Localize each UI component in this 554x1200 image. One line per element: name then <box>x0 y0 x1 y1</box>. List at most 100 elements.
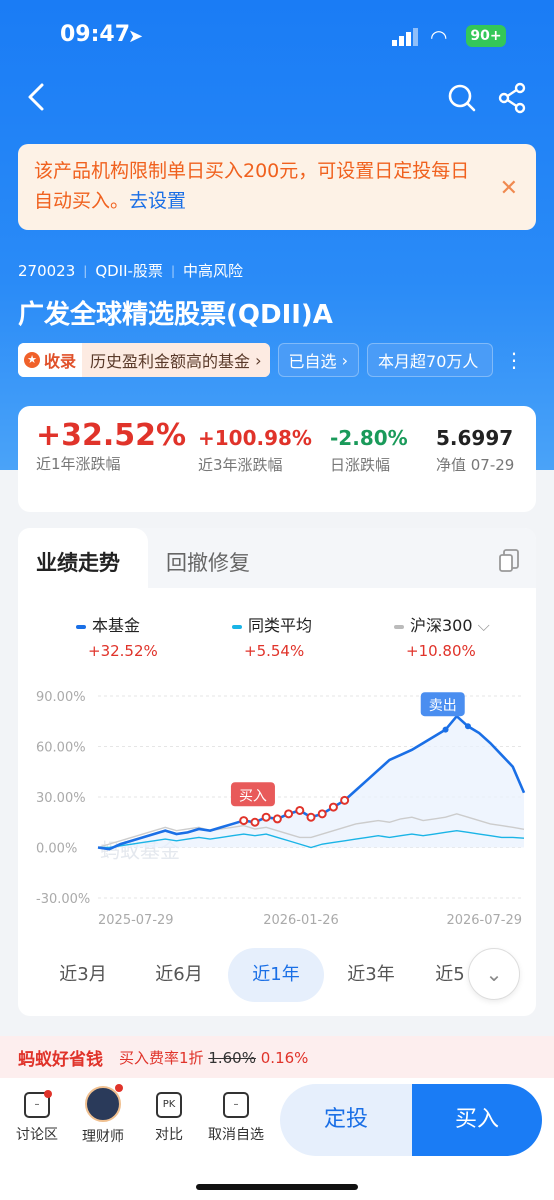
share-icon[interactable] <box>496 82 528 114</box>
fav-badge: ★ 收录 <box>18 343 83 377</box>
compare-label: 对比 <box>155 1127 183 1143</box>
buy-point <box>306 812 316 822</box>
monthly-label: 本月超70万人 <box>378 352 479 371</box>
legend-hs300-pct: +10.80% <box>406 642 476 660</box>
buy-point <box>239 816 249 826</box>
fund-risk: 中高风险 <box>182 262 243 280</box>
buy-button[interactable]: 买入 <box>412 1084 542 1156</box>
minus-icon: – <box>223 1092 249 1118</box>
stat-nav-value: 5.6997 <box>436 426 514 450</box>
chat-icon: – <box>24 1090 52 1118</box>
fund-meta: 270023 | QDII-股票 | 中高风险 <box>18 260 243 281</box>
period-近5年[interactable]: 近5年 <box>430 948 470 1002</box>
battery-indicator: 90+ <box>466 25 506 47</box>
legend-peer[interactable]: 同类平均 +5.54% <box>232 612 312 660</box>
expand-icon[interactable]: ⌄ <box>468 948 520 1000</box>
notice-setup-link[interactable]: 去设置 <box>129 190 186 212</box>
selected-label: 已自选 <box>288 352 337 371</box>
stat-3y: +100.98% 近3年涨跌幅 <box>198 426 312 475</box>
buy-point <box>272 814 282 824</box>
buy-point <box>328 802 338 812</box>
sell-point <box>442 726 449 733</box>
notice-text: 该产品机构限制单日买入200元，可设置日定投每日自动买入。 <box>34 160 470 212</box>
fav-tag[interactable]: ★ 收录 历史盈利金额高的基金 › <box>18 343 270 377</box>
notification-dot <box>44 1090 52 1098</box>
y-tick-label: 60.00% <box>36 741 86 756</box>
discuss-button[interactable]: – 讨论区 <box>6 1090 68 1144</box>
notification-dot <box>115 1084 123 1092</box>
plan-button[interactable]: 定投 <box>280 1084 412 1156</box>
stat-nav: 5.6997 净值 07-29 <box>436 426 514 475</box>
copy-icon[interactable] <box>498 548 520 574</box>
legend-hs300-swatch <box>394 624 404 629</box>
x-tick-label: 2025-07-29 <box>98 913 174 928</box>
tab-performance[interactable]: 业绩走势 <box>18 528 148 588</box>
period-近6月[interactable]: 近6月 <box>144 948 214 1002</box>
y-tick-label: 0.00% <box>36 842 77 857</box>
stat-1y-label: 近1年涨跌幅 <box>36 455 121 473</box>
legend-peer-name: 同类平均 <box>248 616 313 635</box>
legend-hs300[interactable]: 沪深300 ⌵ +10.80% <box>394 612 490 660</box>
legend-fund-pct: +32.52% <box>88 642 158 660</box>
home-indicator <box>196 1184 358 1190</box>
star-icon: ★ <box>24 352 40 368</box>
divider: | <box>170 263 175 278</box>
buy-point <box>250 817 260 827</box>
legend-peer-pct: +5.54% <box>244 642 305 660</box>
history-tag-label: 历史盈利金额高的基金 › <box>82 343 270 377</box>
performance-chart[interactable]: 90.00% 60.00% 30.00% 0.00% -30.00% 2025-07-29… <box>18 678 536 938</box>
fund-category: QDII-股票 <box>95 262 163 280</box>
x-tick-label: 2026-01-26 <box>263 913 339 928</box>
purchase-limit-notice: 该产品机构限制单日买入200元，可设置日定投每日自动买入。去设置 ✕ <box>18 144 536 230</box>
nav-bar <box>0 74 554 122</box>
back-icon[interactable] <box>22 82 50 112</box>
legend-fund-name: 本基金 <box>92 616 141 635</box>
location-icon: ➤ <box>128 26 144 47</box>
stat-day-label: 日涨跌幅 <box>330 456 391 474</box>
buy-point <box>295 805 305 815</box>
close-icon[interactable]: ✕ <box>500 174 518 204</box>
period-近1年[interactable]: 近1年 <box>228 948 324 1002</box>
fund-name: 广发全球精选股票(QDII)A <box>18 300 333 330</box>
stat-nav-label: 净值 07-29 <box>436 456 515 474</box>
signal-icon <box>392 28 418 46</box>
compare-button[interactable]: PK 对比 <box>138 1092 200 1144</box>
stat-day-value: -2.80% <box>330 426 408 450</box>
fav-label: 收录 <box>44 352 77 371</box>
selected-tag[interactable]: 已自选 › <box>277 343 360 377</box>
period-近3月[interactable]: 近3月 <box>48 948 118 1002</box>
legend-fund[interactable]: 本基金 +32.52% <box>76 612 158 660</box>
search-icon[interactable] <box>446 82 478 114</box>
buy-point <box>284 809 294 819</box>
chart-tabs: 业绩走势 回撤修复 <box>18 528 536 588</box>
divider: | <box>83 263 88 278</box>
discuss-label: 讨论区 <box>16 1127 58 1143</box>
fund-area <box>98 716 524 850</box>
chevron-down-icon: ⌵ <box>477 616 490 635</box>
promo-rate-label: 买入费率1折 <box>119 1048 204 1067</box>
advisor-button[interactable]: 理财师 <box>72 1084 134 1146</box>
unfollow-label: 取消自选 <box>208 1127 264 1143</box>
avatar <box>85 1084 123 1122</box>
promo-rate: 买入费率1折 1.60% 0.16% <box>119 1047 308 1068</box>
promo-old-rate: 1.60% <box>208 1048 256 1067</box>
buy-point <box>317 809 327 819</box>
tab-drawdown[interactable]: 回撤修复 <box>166 528 250 588</box>
y-tick-label: -30.00% <box>36 892 90 907</box>
promo-banner[interactable]: 蚂蚁好省钱 买入费率1折 1.60% 0.16% <box>0 1036 554 1078</box>
sell-point <box>464 723 471 730</box>
buy-marker-label: 买入 <box>239 788 267 804</box>
wifi-icon: ◠ <box>430 25 448 49</box>
y-tick-label: 90.00% <box>36 690 86 705</box>
period-selector: 近3月近6月近1年近3年近5年 <box>18 948 536 1002</box>
stat-1y: +32.52% 近1年涨跌幅 <box>36 418 186 474</box>
period-近3年[interactable]: 近3年 <box>336 948 406 1002</box>
stat-day: -2.80% 日涨跌幅 <box>330 426 408 475</box>
stats-card: +32.52% 近1年涨跌幅 +100.98% 近3年涨跌幅 -2.80% 日涨… <box>18 406 536 512</box>
monthly-buyers-tag[interactable]: 本月超70万人 <box>367 343 494 377</box>
fund-tags: ★ 收录 历史盈利金额高的基金 › 已自选 › 本月超70万人 ⋮ <box>18 343 524 377</box>
buy-point <box>340 795 350 805</box>
unfollow-button[interactable]: – 取消自选 <box>200 1092 272 1144</box>
header-background <box>0 0 554 470</box>
more-icon[interactable]: ⋮ <box>504 343 524 377</box>
